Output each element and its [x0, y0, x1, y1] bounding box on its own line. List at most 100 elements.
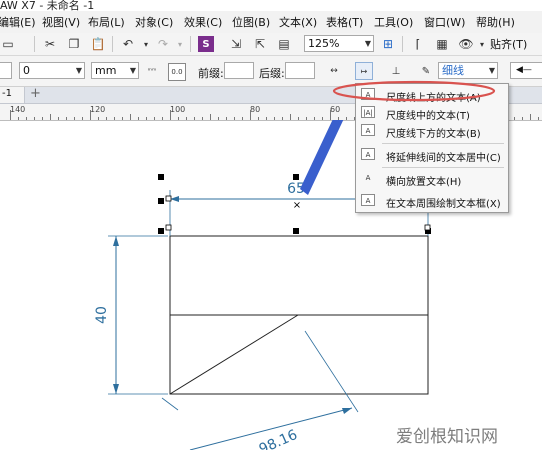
prefix-input[interactable] [224, 62, 254, 79]
ruler-tick [250, 110, 251, 120]
menu-object[interactable]: 对象(C) [135, 14, 173, 30]
menu-window[interactable]: 窗口(W) [424, 14, 465, 30]
dropdown-item-text-box[interactable]: A 在文本周围绘制文本框(X) [356, 192, 508, 210]
ruler-tick [330, 110, 331, 120]
redo-icon[interactable]: ↷ [155, 36, 171, 52]
ruler-tick [10, 110, 11, 120]
menu-tools[interactable]: 工具(O) [374, 14, 413, 30]
chevron-down-icon: ▼ [129, 66, 136, 75]
outline-width-select[interactable]: 细线 ▼ [438, 62, 498, 79]
ruler-label: 80 [250, 105, 261, 114]
dropdown-item-label: 将延伸线间的文本居中(C) [386, 153, 501, 164]
diagonal-dimension[interactable] [161, 330, 359, 450]
dropdown-item-label: 在文本周围绘制文本框(X) [386, 199, 501, 210]
start-arrowhead-select[interactable]: ◀— [510, 62, 542, 79]
dimension-style-select[interactable] [0, 62, 12, 79]
chevron-down-icon: ▼ [75, 66, 82, 75]
window-title-bar: AW X7 - 未命名 -1 [0, 0, 542, 11]
horizontal-text-icon: A [365, 174, 371, 182]
menu-layout[interactable]: 布局(L) [88, 14, 125, 30]
export-icon[interactable]: ⇱ [252, 36, 268, 52]
undo-dropdown-icon[interactable]: ▾ [138, 36, 154, 52]
arrowhead-left-icon: ◀— [516, 65, 532, 75]
dropdown-item-text-below[interactable]: A 尺度线下方的文本(B) [356, 122, 508, 140]
precision-select[interactable]: 0 ▼ [19, 62, 85, 79]
undo-icon[interactable]: ↶ [120, 36, 136, 52]
show-units-icon[interactable]: ᵐᵐ [144, 63, 160, 79]
toolbar-separator [402, 36, 403, 52]
suffix-input[interactable] [285, 62, 315, 79]
ruler-label: 140 [10, 105, 26, 114]
add-tab-icon[interactable]: + [30, 86, 41, 101]
ruler-tick [170, 110, 171, 120]
watermark-text: 爱创根知识网 [396, 427, 498, 447]
chevron-down-icon: ▼ [488, 66, 495, 75]
annotation-arrow [300, 120, 344, 195]
center-text-icon: A [361, 148, 375, 160]
menu-view[interactable]: 视图(V) [42, 14, 80, 30]
view-dropdown-icon[interactable]: ▾ [474, 36, 490, 52]
document-tab-label: -1 [2, 88, 12, 99]
dropdown-item-text-in-line[interactable]: |A| 尺度线中的文本(T) [356, 104, 508, 122]
zoom-level-value: 125% [308, 37, 340, 50]
menu-edit[interactable]: 编辑(E) [0, 14, 36, 30]
suffix-label: 后缀: [259, 67, 285, 80]
extension-line-options-icon[interactable]: ⊥ [388, 63, 404, 79]
import-icon[interactable]: ⇲ [228, 36, 244, 52]
toolbar-separator [190, 36, 191, 52]
chevron-down-icon: ▼ [364, 39, 371, 48]
units-value: mm [95, 64, 117, 77]
standard-toolbar: ▭ ✂ ❐ 📋 ↶ ▾ ↷ ▾ S ⇲ ⇱ ▤ 125% ▼ ⊞ ⌈ ▦ 👁 ▾… [0, 33, 542, 56]
dimension-extension-icon[interactable]: ↔ [326, 63, 342, 79]
dropdown-item-center-text[interactable]: A 将延伸线间的文本居中(C) [356, 146, 508, 164]
text-below-icon: A [361, 124, 375, 136]
full-screen-icon[interactable]: ⊞ [380, 36, 396, 52]
dropdown-item-label: 尺度线中的文本(T) [386, 111, 470, 122]
menu-bar: 编辑(E) 视图(V) 布局(L) 对象(C) 效果(C) 位图(B) 文本(X… [0, 11, 542, 34]
drawing-diagonal [169, 314, 299, 395]
dropdown-separator [382, 143, 504, 144]
center-mark-icon: × [293, 200, 301, 211]
menu-text[interactable]: 文本(X) [279, 14, 317, 30]
outline-width-value: 细线 [442, 64, 464, 77]
redo-dropdown-icon[interactable]: ▾ [172, 36, 188, 52]
toolbar-separator [34, 36, 35, 52]
left-dimension-text[interactable]: 40 [94, 306, 110, 324]
menu-help[interactable]: 帮助(H) [476, 14, 515, 30]
prefix-label: 前缀: [198, 67, 224, 80]
dynamic-dimension-icon[interactable]: 0.0 [168, 63, 186, 81]
publish-pdf-icon[interactable]: ▤ [276, 36, 292, 52]
menu-table[interactable]: 表格(T) [326, 14, 363, 30]
dropdown-item-label: 横向放置文本(H) [386, 177, 462, 188]
ruler-tick [90, 110, 91, 120]
menu-effects[interactable]: 效果(C) [184, 14, 222, 30]
show-rulers-icon[interactable]: ⌈ [410, 36, 426, 52]
left-dimension[interactable] [108, 235, 168, 395]
highlight-ring-menu-item [332, 80, 496, 102]
ruler-label: 100 [170, 105, 186, 114]
zoom-level-select[interactable]: 125% ▼ [304, 35, 374, 52]
ruler-label: 60 [330, 105, 341, 114]
menu-bitmaps[interactable]: 位图(B) [232, 14, 270, 30]
text-in-line-icon: |A| [361, 106, 375, 118]
view-icon[interactable]: 👁 [458, 36, 474, 52]
copy-icon[interactable]: ❐ [66, 36, 82, 52]
search-content-icon[interactable]: S [198, 36, 214, 52]
ruler-label: 120 [90, 105, 106, 114]
units-select[interactable]: mm ▼ [91, 62, 139, 79]
outline-pen-icon[interactable]: ✎ [418, 63, 434, 79]
show-grid-icon[interactable]: ▦ [434, 36, 450, 52]
document-tab[interactable]: -1 [0, 87, 25, 103]
paste-icon[interactable]: 📋 [90, 36, 106, 52]
dropdown-item-label: 尺度线下方的文本(B) [386, 129, 481, 140]
window-title: AW X7 - 未命名 -1 [0, 0, 95, 11]
toolbar-separator [112, 36, 113, 52]
dropdown-separator [382, 167, 504, 168]
text-box-icon: A [361, 194, 375, 206]
print-icon[interactable]: ▭ [0, 36, 16, 52]
cut-icon[interactable]: ✂ [42, 36, 58, 52]
precision-value: 0 [23, 64, 30, 77]
dropdown-item-horizontal-text[interactable]: A 横向放置文本(H) [356, 170, 508, 188]
diagonal-dimension-text[interactable]: 98.16 [257, 427, 300, 450]
snap-to-button[interactable]: 贴齐(T) [490, 36, 527, 52]
